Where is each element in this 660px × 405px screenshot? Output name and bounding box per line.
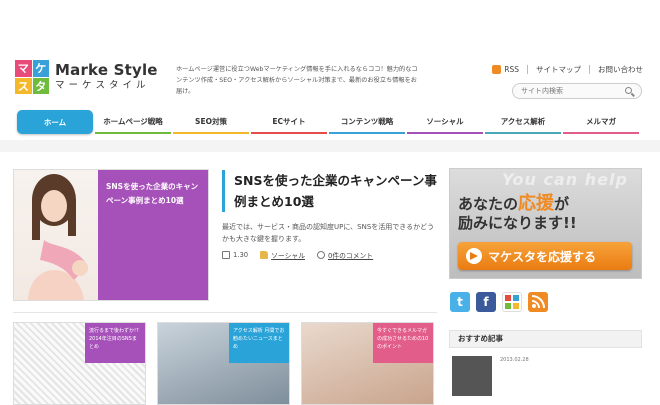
- rss-glyph: [531, 295, 545, 309]
- main-nav: ホーム ホームページ戦略 SEO対策 ECサイト コンテンツ戦略 ソーシャル ア…: [17, 110, 642, 134]
- nav-item-homepage-strategy[interactable]: ホームページ戦略: [95, 110, 171, 134]
- feature-title[interactable]: SNSを使った企業のキャンペーン事例まとめ10選: [222, 170, 437, 212]
- facebook-icon[interactable]: f: [476, 292, 496, 312]
- site-tagline: ホームページ運営に役立つWebマーケティング情報を手に入れるならココ！魅力的なコ…: [176, 66, 418, 95]
- card-caption-band: アクセス解析 月間でお勧めたいニュースまとめ: [229, 323, 289, 363]
- banner-watermark: You can help: [502, 170, 628, 189]
- recommended-thumbnail[interactable]: [452, 356, 492, 396]
- logo-mark-char: ス: [15, 77, 32, 94]
- banner-text: あなたの: [458, 195, 519, 213]
- nav-item-ec-site[interactable]: ECサイト: [251, 110, 327, 134]
- nav-band: [0, 140, 660, 152]
- search-icon[interactable]: [625, 87, 632, 94]
- divider: [589, 65, 590, 74]
- comments-link[interactable]: 0件のコメント: [328, 250, 373, 260]
- content-divider: [13, 312, 437, 313]
- category-link[interactable]: ソーシャル: [271, 250, 305, 260]
- site-logo[interactable]: マ ケ ス タ Marke Style マーケスタイル: [15, 60, 158, 94]
- logo-text: Marke Style マーケスタイル: [55, 61, 158, 93]
- feature-photo: [14, 170, 98, 300]
- search-input[interactable]: [521, 87, 616, 95]
- recommended-date: 2013.02.28: [500, 357, 529, 363]
- banner-subline: 励みになります!!: [458, 214, 577, 232]
- nav-item-content-strategy[interactable]: コンテンツ戦略: [329, 110, 405, 134]
- recommended-heading: おすすめ記事: [449, 330, 642, 348]
- googleplus-icon[interactable]: [502, 292, 522, 312]
- card-caption: 今すぐできるメルマガの成功させるための10のポイント: [377, 328, 429, 350]
- article-card[interactable]: 今すぐできるメルマガの成功させるための10のポイント: [301, 322, 434, 405]
- twitter-icon[interactable]: t: [450, 292, 470, 312]
- googleplus-glyph: [505, 295, 519, 309]
- woman-illustration: [28, 174, 88, 300]
- rss-feed-icon[interactable]: [528, 292, 548, 312]
- social-links: t f: [450, 292, 554, 312]
- rss-link[interactable]: RSS: [504, 65, 519, 74]
- folder-icon: [260, 251, 269, 259]
- feature-image-caption: SNSを使った企業のキャンペーン事例まとめ10選: [106, 182, 199, 205]
- logo-mark: マ ケ ス タ: [15, 60, 49, 94]
- logo-mark-char: ケ: [32, 60, 49, 77]
- rss-icon: [492, 65, 502, 74]
- article-card[interactable]: アクセス解析 月間でお勧めたいニュースまとめ: [157, 322, 290, 405]
- calendar-icon: [222, 251, 230, 259]
- logo-mark-char: タ: [32, 77, 49, 94]
- header-links: RSS サイトマップ お問い合わせ: [492, 64, 643, 75]
- nav-item-social[interactable]: ソーシャル: [407, 110, 483, 134]
- card-caption: 流行るまで後わずか!? 2014年注目のSNSまとめ: [89, 328, 139, 350]
- post-date: 1.30: [233, 251, 249, 259]
- feature-meta: 1.30 ソーシャル 0件のコメント: [222, 250, 373, 260]
- banner-text: が: [554, 195, 570, 213]
- card-caption-band: 今すぐできるメルマガの成功させるための10のポイント: [373, 323, 433, 363]
- nav-item-seo[interactable]: SEO対策: [173, 110, 249, 134]
- support-button[interactable]: マケスタを応援する: [458, 242, 632, 270]
- nav-item-access-analysis[interactable]: アクセス解析: [485, 110, 561, 134]
- send-icon: [466, 248, 482, 264]
- logo-mark-char: マ: [15, 60, 32, 77]
- contact-link[interactable]: お問い合わせ: [598, 64, 643, 75]
- logo-name-ja: マーケスタイル: [55, 80, 150, 91]
- sitemap-link[interactable]: サイトマップ: [536, 64, 581, 75]
- article-card[interactable]: 流行るまで後わずか!? 2014年注目のSNSまとめ: [13, 322, 146, 405]
- support-button-label: マケスタを応援する: [488, 249, 597, 264]
- search-box: [512, 83, 642, 99]
- feature-description: 最近では、サービス・商品の認知度UPに、SNSを活用できるかどうかも大きな鍵を握…: [222, 223, 435, 243]
- comment-icon: [317, 251, 325, 259]
- feature-caption-panel: SNSを使った企業のキャンペーン事例まとめ10選: [98, 170, 208, 300]
- card-caption: アクセス解析 月間でお勧めたいニュースまとめ: [233, 328, 285, 350]
- nav-item-mail-magazine[interactable]: メルマガ: [563, 110, 639, 134]
- feature-image[interactable]: SNSを使った企業のキャンペーン事例まとめ10選: [13, 169, 209, 301]
- logo-name-en: Marke Style: [55, 61, 158, 79]
- banner-highlight: 応援: [518, 193, 555, 214]
- card-caption-band: 流行るまで後わずか!? 2014年注目のSNSまとめ: [85, 323, 145, 363]
- divider: [527, 65, 528, 74]
- nav-item-home[interactable]: ホーム: [17, 110, 93, 134]
- support-banner[interactable]: You can help あなたの応援が 励みになります!! マケスタを応援する: [449, 168, 642, 279]
